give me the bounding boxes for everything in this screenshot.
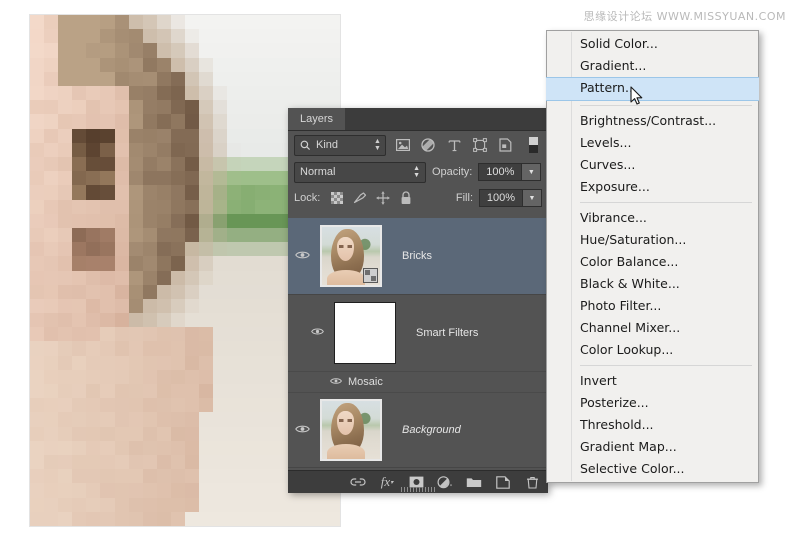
- adjustment-layer-filter-icon[interactable]: [420, 136, 438, 155]
- layers-panel-footer[interactable]: fx▾: [288, 470, 548, 493]
- menu-item-black-white[interactable]: Black & White...: [547, 273, 758, 295]
- smart-filter-name[interactable]: Mosaic: [348, 376, 383, 388]
- new-fill-adjustment-layer-menu[interactable]: Solid Color...Gradient...Pattern... Brigh…: [546, 30, 759, 483]
- menu-item-threshold[interactable]: Threshold...: [547, 414, 758, 436]
- menu-item-posterize[interactable]: Posterize...: [547, 392, 758, 414]
- new-layer-icon[interactable]: [495, 474, 511, 490]
- menu-separator: [580, 202, 752, 203]
- layer-thumbnail[interactable]: [320, 225, 382, 287]
- lock-transparent-pixels-icon[interactable]: [330, 191, 344, 205]
- watermark-text: 思缘设计论坛 WWW.MISSYUAN.COM: [584, 8, 786, 24]
- layer-name[interactable]: Background: [386, 424, 461, 436]
- menu-separator: [580, 365, 752, 366]
- lock-icon-group[interactable]: [330, 191, 413, 205]
- lock-position-icon[interactable]: [376, 191, 390, 205]
- opacity-value[interactable]: 100%: [478, 163, 522, 181]
- menu-item-solid-color[interactable]: Solid Color...: [547, 33, 758, 55]
- chevron-updown-icon: ▲▼: [374, 138, 381, 152]
- smart-filters-mask-thumbnail-wrap[interactable]: [330, 302, 400, 364]
- lock-all-icon[interactable]: [399, 191, 413, 205]
- smart-object-badge-icon: [363, 268, 378, 283]
- layer-thumbnail[interactable]: [320, 399, 382, 461]
- fill-field[interactable]: 100% ▼: [479, 189, 542, 207]
- layer-style-fx-icon[interactable]: fx▾: [379, 474, 395, 490]
- filter-kind-label: Kind: [316, 139, 338, 151]
- layer-thumbnail-wrap[interactable]: [316, 399, 386, 461]
- menu-separator: [580, 105, 752, 106]
- shape-layer-filter-icon[interactable]: [471, 136, 489, 155]
- opacity-label: Opacity:: [432, 166, 472, 178]
- eye-icon[interactable]: [295, 424, 310, 437]
- menu-item-pattern[interactable]: Pattern...: [546, 77, 759, 101]
- lock-label: Lock:: [294, 192, 320, 204]
- menu-item-curves[interactable]: Curves...: [547, 154, 758, 176]
- eye-icon[interactable]: [330, 376, 342, 388]
- menu-item-levels[interactable]: Levels...: [547, 132, 758, 154]
- delete-layer-icon[interactable]: [524, 474, 540, 490]
- layer-visibility-toggle[interactable]: [288, 424, 316, 437]
- menu-item-photo-filter[interactable]: Photo Filter...: [547, 295, 758, 317]
- menu-item-container[interactable]: Solid Color...Gradient...Pattern... Brigh…: [547, 33, 758, 480]
- lock-row[interactable]: Lock: Fill: 100% ▼: [288, 185, 548, 211]
- pixel-layer-filter-icon[interactable]: [394, 136, 412, 155]
- blend-mode-row[interactable]: Normal ▲▼ Opacity: 100% ▼: [288, 159, 548, 185]
- thumbnail-eyes: [339, 245, 352, 248]
- menu-item-hue-saturation[interactable]: Hue/Saturation...: [547, 229, 758, 251]
- layer-filter-row[interactable]: Kind ▲▼: [288, 131, 548, 159]
- panel-tab-bar[interactable]: Layers: [288, 108, 548, 131]
- smart-filters-mask-thumbnail[interactable]: [334, 302, 396, 364]
- new-group-icon[interactable]: [466, 474, 482, 490]
- photoshop-screenshot: 思缘设计论坛 WWW.MISSYUAN.COM Layers Kind ▲▼: [0, 0, 798, 551]
- filter-toggle-icon[interactable]: [524, 136, 542, 155]
- layers-panel[interactable]: Layers Kind ▲▼: [288, 108, 548, 493]
- thumbnail-eyes: [339, 419, 352, 422]
- list-item[interactable]: Mosaic: [288, 372, 548, 393]
- layer-name[interactable]: Bricks: [386, 250, 432, 262]
- menu-item-vibrance[interactable]: Vibrance...: [547, 207, 758, 229]
- smart-filters-visibility-toggle[interactable]: [304, 327, 330, 339]
- table-row[interactable]: Background: [288, 393, 548, 468]
- tab-layers[interactable]: Layers: [288, 108, 346, 130]
- table-row[interactable]: Bricks: [288, 218, 548, 295]
- opacity-dropdown-icon[interactable]: ▼: [522, 163, 541, 181]
- opacity-field[interactable]: 100% ▼: [478, 163, 541, 181]
- new-adjustment-layer-icon[interactable]: [437, 474, 453, 490]
- fill-value[interactable]: 100%: [479, 189, 523, 207]
- layer-visibility-toggle[interactable]: [288, 250, 316, 263]
- eye-icon[interactable]: [311, 327, 324, 339]
- table-row[interactable]: Smart Filters: [288, 295, 548, 372]
- menu-item-gradient-map[interactable]: Gradient Map...: [547, 436, 758, 458]
- search-icon: [299, 139, 311, 151]
- filter-kind-select[interactable]: Kind ▲▼: [294, 135, 386, 156]
- layer-list[interactable]: Bricks Smart Filters: [288, 218, 548, 471]
- menu-item-invert[interactable]: Invert: [547, 370, 758, 392]
- menu-item-channel-mixer[interactable]: Channel Mixer...: [547, 317, 758, 339]
- link-layers-icon[interactable]: [350, 474, 366, 490]
- thumbnail-shoulder: [327, 444, 365, 461]
- panel-resize-grip[interactable]: [401, 487, 435, 492]
- chevron-updown-icon: ▲▼: [413, 165, 420, 179]
- smart-object-filter-icon[interactable]: [497, 136, 515, 155]
- menu-item-color-lookup[interactable]: Color Lookup...: [547, 339, 758, 361]
- menu-item-selective-color[interactable]: Selective Color...: [547, 458, 758, 480]
- menu-item-color-balance[interactable]: Color Balance...: [547, 251, 758, 273]
- blend-mode-select[interactable]: Normal ▲▼: [294, 162, 426, 183]
- eye-icon[interactable]: [295, 250, 310, 263]
- type-layer-filter-icon[interactable]: [445, 136, 463, 155]
- blend-mode-value: Normal: [300, 166, 335, 178]
- tab-bar-empty: [346, 108, 548, 130]
- lock-image-pixels-icon[interactable]: [353, 191, 367, 205]
- menu-item-gradient[interactable]: Gradient...: [547, 55, 758, 77]
- menu-item-exposure[interactable]: Exposure...: [547, 176, 758, 198]
- layer-thumbnail-wrap[interactable]: [316, 225, 386, 287]
- fill-dropdown-icon[interactable]: ▼: [523, 189, 542, 207]
- smart-filters-label: Smart Filters: [400, 327, 478, 339]
- thumbnail-shoulder: [327, 270, 365, 287]
- menu-item-brightness-contrast[interactable]: Brightness/Contrast...: [547, 110, 758, 132]
- fill-label: Fill:: [456, 192, 473, 204]
